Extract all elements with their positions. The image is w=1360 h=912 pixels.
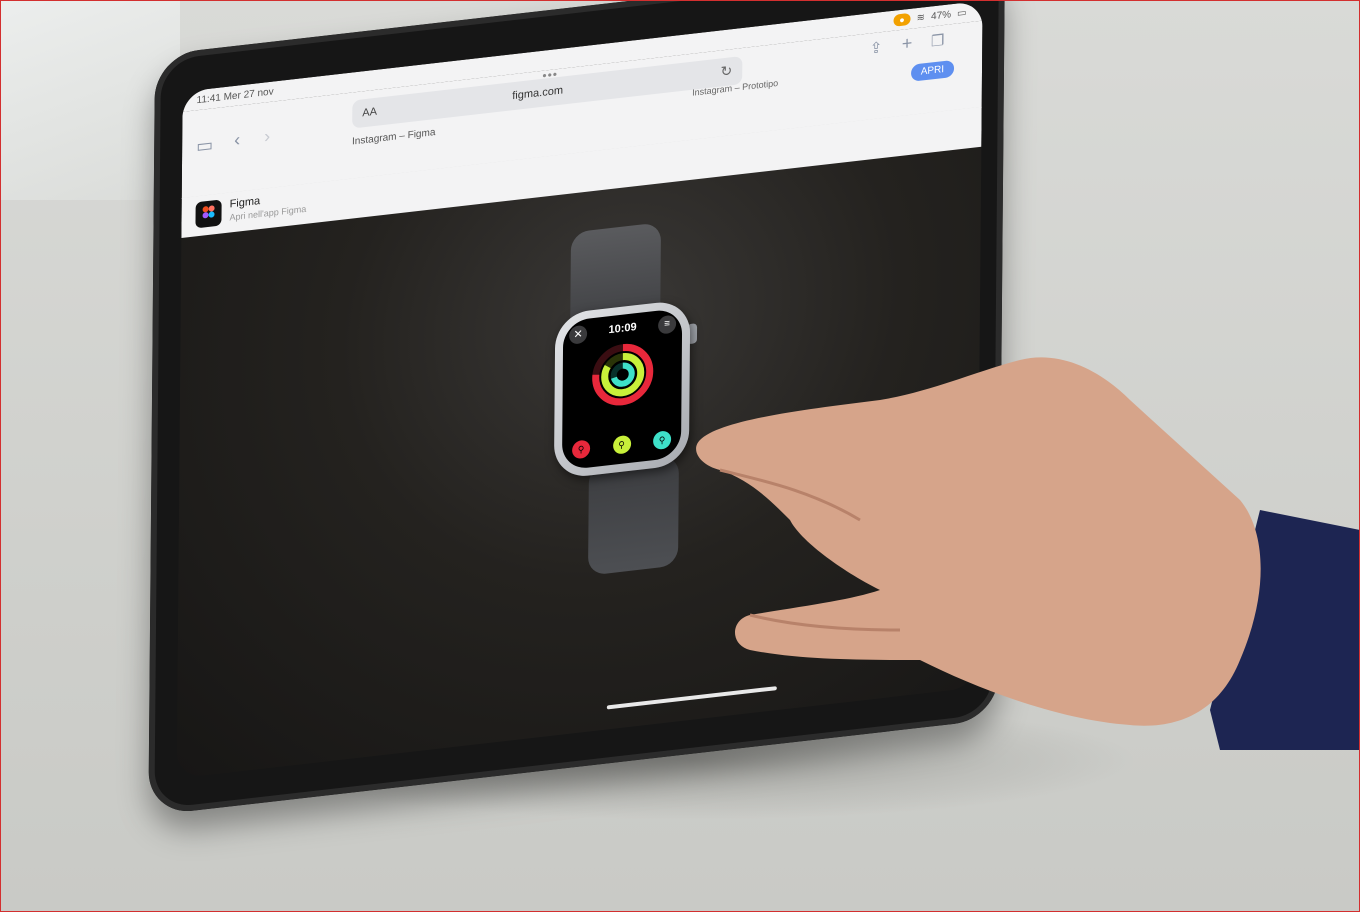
tabs-icon[interactable]: ❐ [931, 31, 945, 51]
reader-aa-button[interactable]: AA [362, 106, 377, 120]
battery-icon: ▭ [957, 6, 967, 20]
exercise-button-icon[interactable]: ⚲ [612, 434, 631, 455]
watch-face: ✕ 10:09 ≡ ⚲ ⚲ ⚲ [561, 307, 683, 471]
url-text: figma.com [512, 84, 564, 103]
wifi-icon: ≋ [916, 11, 926, 24]
open-app-button[interactable]: APRI [910, 59, 955, 82]
figma-logo-icon [195, 199, 222, 229]
back-arrow-icon[interactable]: ‹ [234, 129, 240, 151]
stand-button-icon[interactable]: ⚲ [653, 430, 672, 451]
menu-icon[interactable]: ≡ [658, 314, 677, 335]
forward-arrow-icon[interactable]: › [264, 126, 270, 148]
move-button-icon[interactable]: ⚲ [572, 439, 591, 460]
status-pill: ● [893, 12, 911, 27]
battery-label: 47% [931, 8, 952, 22]
watch-buttons: ⚲ ⚲ ⚲ [572, 430, 672, 460]
sidebar-icon[interactable]: ▭ [196, 134, 213, 157]
hand-pointing [696, 357, 1360, 750]
banner-title: Figma [229, 195, 261, 211]
tab-figma[interactable]: Instagram – Figma [352, 127, 435, 148]
apple-watch-mockup[interactable]: ✕ 10:09 ≡ ⚲ ⚲ ⚲ [553, 298, 691, 480]
share-icon[interactable]: ⇪ [870, 38, 883, 57]
activity-rings [592, 343, 654, 406]
reload-icon[interactable]: ↻ [720, 62, 732, 80]
plus-icon[interactable]: + [902, 33, 913, 55]
